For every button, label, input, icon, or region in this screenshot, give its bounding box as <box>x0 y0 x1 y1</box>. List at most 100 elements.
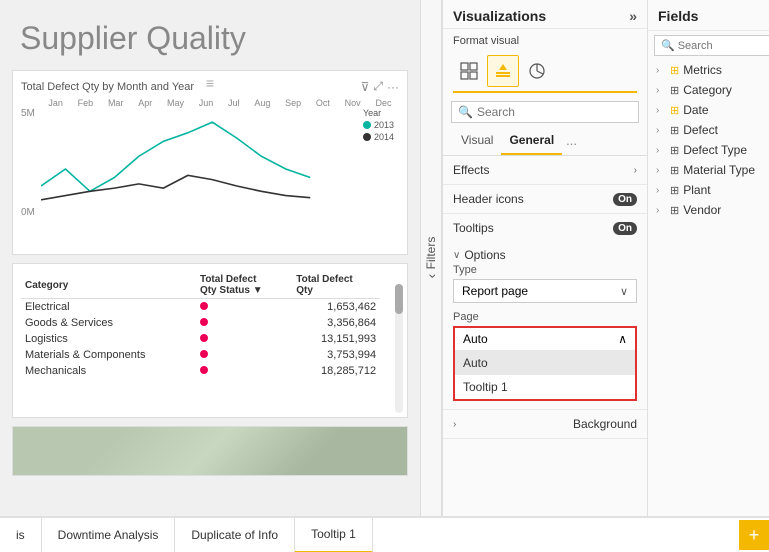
background-section: › Background <box>443 410 647 439</box>
table-widget: Category Total DefectQty Status ▼ Total … <box>12 263 408 418</box>
filters-tab[interactable]: ‹ Filters <box>420 0 442 516</box>
filters-arrow-icon: ‹ <box>423 274 439 279</box>
field-item-defect[interactable]: ⊞ Defect <box>648 120 769 140</box>
chevron-right-bg: › <box>453 419 456 430</box>
field-expand-icon <box>656 125 666 136</box>
page-option-tooltip1[interactable]: Tooltip 1 <box>455 375 635 399</box>
table-scroll-thumb[interactable] <box>395 284 403 314</box>
tooltips-toggle[interactable]: On <box>613 222 637 235</box>
header-icons-section: Header icons On <box>443 185 647 214</box>
tab-visual[interactable]: Visual <box>453 127 501 155</box>
chart-area: 5M 0M Year 2013 2014 <box>21 98 399 238</box>
legend-label-2013: 2013 <box>374 120 394 130</box>
page-dropdown-header[interactable]: Auto ∧ <box>455 328 635 351</box>
field-item-material-type[interactable]: ⊞ Material Type <box>648 160 769 180</box>
viz-panel-header: Visualizations » <box>443 0 647 29</box>
table-scrollbar[interactable] <box>395 284 403 413</box>
tab-is[interactable]: is <box>0 517 42 552</box>
legend-item-2014: 2014 <box>363 132 394 142</box>
field-label-defect-type: Defect Type <box>683 143 747 157</box>
field-label-metrics: Metrics <box>683 63 722 77</box>
field-icon-plant: ⊞ <box>670 184 679 197</box>
page-dropdown-arrow-up: ∧ <box>618 332 627 346</box>
tab-general[interactable]: General <box>501 127 562 155</box>
tooltips-header[interactable]: Tooltips On <box>443 214 647 242</box>
map-widget <box>12 426 408 476</box>
viz-icons-row <box>443 51 647 91</box>
type-label: Type <box>453 264 637 276</box>
map-placeholder <box>13 427 407 475</box>
drag-handle[interactable]: ≡ <box>206 75 214 91</box>
chart-legend: Year 2013 2014 <box>363 108 394 144</box>
tab-tooltip-label: Tooltip 1 <box>311 527 356 541</box>
tab-more[interactable]: ... <box>562 127 581 155</box>
page-value: Auto <box>463 332 488 346</box>
tab-downtime-analysis[interactable]: Downtime Analysis <box>42 517 176 552</box>
type-value: Report page <box>462 284 528 298</box>
viz-search-input[interactable] <box>477 105 632 119</box>
effects-chevron <box>634 165 637 176</box>
expand-icon[interactable]: ⤢ <box>373 79 383 94</box>
tab-add-button[interactable]: + <box>739 520 769 550</box>
effects-section: Effects <box>443 156 647 185</box>
field-icon-material-type: ⊞ <box>670 164 679 177</box>
options-header[interactable]: ∨ Options <box>453 248 637 262</box>
table-row: Materials & Components 3,753,994 <box>21 347 380 363</box>
fields-list: ⊞ Metrics ⊞ Category ⊞ Date ⊞ Defect ⊞ <box>648 60 769 516</box>
field-item-category[interactable]: ⊞ Category <box>648 80 769 100</box>
field-expand-icon <box>656 65 666 76</box>
viz-search-box[interactable]: 🔍 <box>451 101 639 123</box>
field-item-metrics[interactable]: ⊞ Metrics <box>648 60 769 80</box>
col-qty-status: Total DefectQty Status ▼ <box>196 272 292 299</box>
legend-title: Year <box>363 108 394 118</box>
type-dropdown[interactable]: Report page ∨ <box>453 279 637 303</box>
viz-icon-analytics[interactable] <box>521 55 553 87</box>
status-dot <box>200 334 208 342</box>
table-row: Mechanicals 18,285,712 <box>21 363 380 379</box>
table-row: Goods & Services 3,356,864 <box>21 315 380 331</box>
viz-expand-icon[interactable]: » <box>629 8 637 24</box>
viz-icon-grid[interactable] <box>453 55 485 87</box>
report-canvas: Supplier Quality ≡ Total Defect Qty by M… <box>0 0 420 516</box>
chart-title: Total Defect Qty by Month and Year <box>21 81 194 93</box>
header-icons-label: Header icons <box>453 192 524 206</box>
page-option-auto[interactable]: Auto <box>455 351 635 375</box>
background-header[interactable]: › Background <box>443 410 647 438</box>
tooltips-label: Tooltips <box>453 221 494 235</box>
field-icon-vendor: ⊞ <box>670 204 679 217</box>
field-expand-icon <box>656 105 666 116</box>
tab-tooltip-1[interactable]: Tooltip 1 <box>295 517 373 552</box>
fields-search-icon: 🔍 <box>661 39 675 52</box>
field-icon-defect-type: ⊞ <box>670 144 679 157</box>
analytics-icon <box>528 62 546 80</box>
page-dropdown-container: Page Auto ∧ Auto Tooltip 1 <box>453 311 637 401</box>
fields-panel: Fields 🔍 ⊞ Metrics ⊞ Category ⊞ Date <box>647 0 769 516</box>
field-item-plant[interactable]: ⊞ Plant <box>648 180 769 200</box>
page-dropdown[interactable]: Auto ∧ Auto Tooltip 1 <box>453 326 637 401</box>
field-icon-metrics: ⊞ <box>670 64 679 77</box>
field-item-date[interactable]: ⊞ Date <box>648 100 769 120</box>
tab-duplicate-of-info[interactable]: Duplicate of Info <box>175 517 295 552</box>
legend-dot-2014 <box>363 133 371 141</box>
filter-icon[interactable]: ⊽ <box>361 80 370 94</box>
field-item-defect-type[interactable]: ⊞ Defect Type <box>648 140 769 160</box>
tooltips-section: Tooltips On ∨ Options Type Report page ∨… <box>443 214 647 410</box>
y-label-5m: 5M <box>21 108 35 119</box>
bottom-tabs: is Downtime Analysis Duplicate of Info T… <box>0 516 769 552</box>
header-icons-toggle[interactable]: On <box>613 193 637 206</box>
chart-icons: ⊽ ⤢ ··· <box>361 79 399 94</box>
table-row: Electrical 1,653,462 <box>21 299 380 316</box>
field-expand-icon <box>656 165 666 176</box>
effects-header[interactable]: Effects <box>443 156 647 184</box>
viz-icon-format[interactable] <box>487 55 519 87</box>
page-dropdown-options: Auto Tooltip 1 <box>455 351 635 399</box>
header-icons-header[interactable]: Header icons On <box>443 185 647 213</box>
legend-dot-2013 <box>363 121 371 129</box>
viz-panel-title: Visualizations <box>453 8 546 24</box>
field-item-vendor[interactable]: ⊞ Vendor <box>648 200 769 220</box>
more-icon[interactable]: ··· <box>387 80 399 94</box>
chevron-down-options: ∨ <box>453 250 460 261</box>
fields-search-box[interactable]: 🔍 <box>654 35 769 56</box>
fields-search-input[interactable] <box>678 40 769 52</box>
tab-is-label: is <box>16 528 25 542</box>
